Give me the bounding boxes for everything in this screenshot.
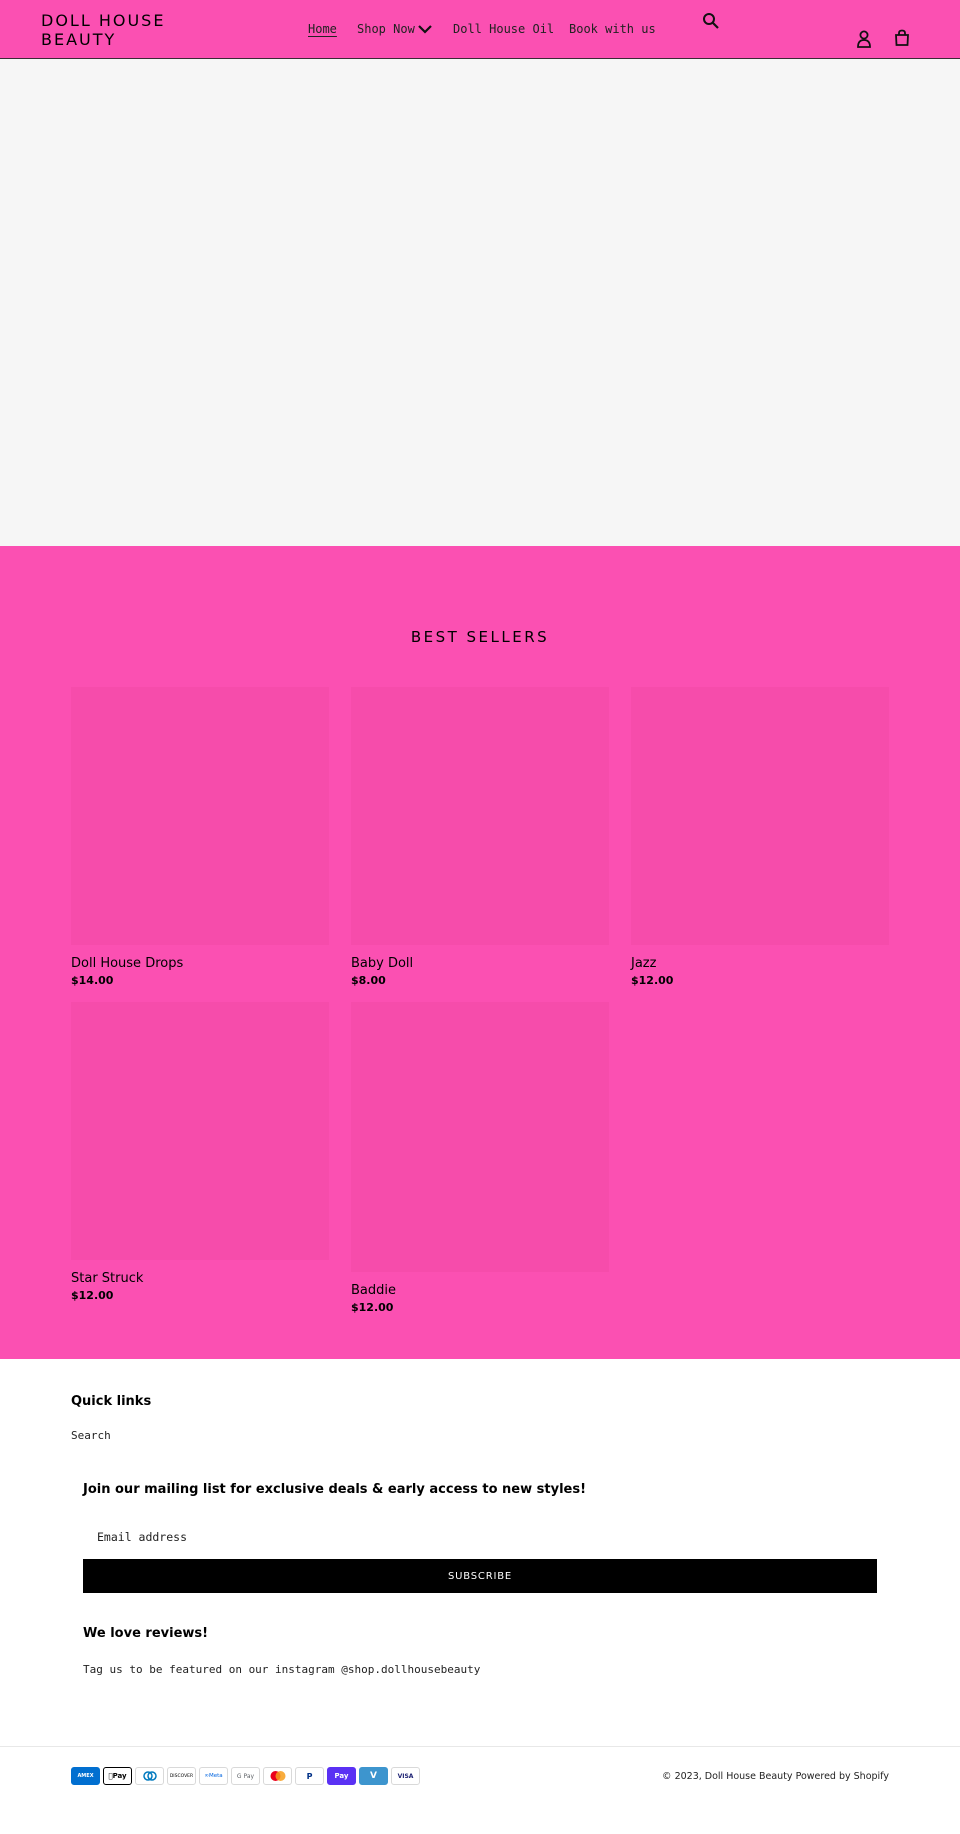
product-image[interactable]	[71, 687, 329, 945]
site-header: DOLL HOUSE BEAUTY Home Shop Now Doll Hou…	[0, 0, 960, 59]
reviews-title: We love reviews!	[83, 1626, 209, 1641]
footer: Quick links Search Join our mailing list…	[0, 1359, 960, 1746]
cart-icon[interactable]	[893, 29, 911, 47]
product-price: $12.00	[351, 1301, 394, 1314]
nav-book-with-us[interactable]: Book with us	[569, 20, 656, 38]
shop-pay-icon: Pay	[327, 1767, 356, 1785]
footer-link-search[interactable]: Search	[71, 1429, 111, 1442]
product-card[interactable]: Star Struck $12.00	[71, 1002, 329, 1304]
chevron-down-icon[interactable]	[418, 25, 432, 34]
product-name[interactable]: Baby Doll	[351, 956, 609, 972]
product-name[interactable]: Jazz	[631, 956, 889, 972]
product-image[interactable]	[351, 1002, 609, 1272]
logo-line-2[interactable]: BEAUTY	[41, 30, 201, 49]
product-card[interactable]: Baddie $12.00	[351, 1002, 609, 1316]
meta-pay-icon: ∞ Meta	[199, 1767, 228, 1785]
discover-icon: DISCOVER	[167, 1767, 196, 1785]
site-logo[interactable]: DOLL HOUSE BEAUTY	[41, 11, 201, 49]
paypal-icon: P	[295, 1767, 324, 1785]
quick-links-title: Quick links	[71, 1394, 152, 1409]
email-input[interactable]	[83, 1522, 877, 1552]
google-pay-icon: G Pay	[231, 1767, 260, 1785]
nav-shop-now-label[interactable]: Shop Now	[357, 22, 415, 36]
mastercard-icon	[263, 1767, 292, 1785]
nav-home[interactable]: Home	[308, 20, 337, 38]
product-name[interactable]: Baddie	[351, 1283, 609, 1299]
product-price: $12.00	[71, 1289, 114, 1302]
apple-pay-icon: Pay	[103, 1767, 132, 1785]
product-image[interactable]	[71, 1002, 329, 1260]
subscribe-button[interactable]: SUBSCRIBE	[83, 1559, 877, 1593]
search-icon[interactable]	[702, 12, 720, 30]
product-price: $12.00	[631, 974, 674, 987]
product-name[interactable]: Star Struck	[71, 1271, 329, 1287]
diners-club-icon	[135, 1767, 164, 1785]
section-title: BEST SELLERS	[410, 628, 550, 646]
logo-line-1[interactable]: DOLL HOUSE	[41, 11, 201, 30]
product-price: $14.00	[71, 974, 114, 987]
amex-icon: AMEX	[71, 1767, 100, 1785]
product-card[interactable]: Doll House Drops $14.00	[71, 687, 329, 989]
hero-banner	[0, 59, 960, 546]
product-card[interactable]: Baby Doll $8.00	[351, 687, 609, 989]
venmo-icon: V	[359, 1767, 388, 1785]
product-price: $8.00	[351, 974, 386, 987]
product-name[interactable]: Doll House Drops	[71, 956, 329, 972]
product-image[interactable]	[631, 687, 889, 945]
reviews-text: Tag us to be featured on our instagram @…	[83, 1663, 481, 1676]
nav-doll-house-oil[interactable]: Doll House Oil	[453, 20, 554, 38]
nav-shop-now[interactable]: Shop Now	[357, 20, 432, 38]
product-image[interactable]	[351, 687, 609, 945]
copyright: © 2023, Doll House Beauty Powered by Sho…	[662, 1771, 889, 1782]
product-card[interactable]: Jazz $12.00	[631, 687, 889, 989]
mailing-list-title: Join our mailing list for exclusive deal…	[83, 1482, 587, 1497]
visa-icon: VISA	[391, 1767, 420, 1785]
footer-bottom: AMEX Pay DISCOVER ∞Meta G Pay P Pay V V…	[0, 1746, 960, 1834]
account-icon[interactable]	[855, 30, 873, 48]
best-sellers-section: BEST SELLERS Doll House Drops $14.00 Bab…	[0, 546, 960, 1359]
